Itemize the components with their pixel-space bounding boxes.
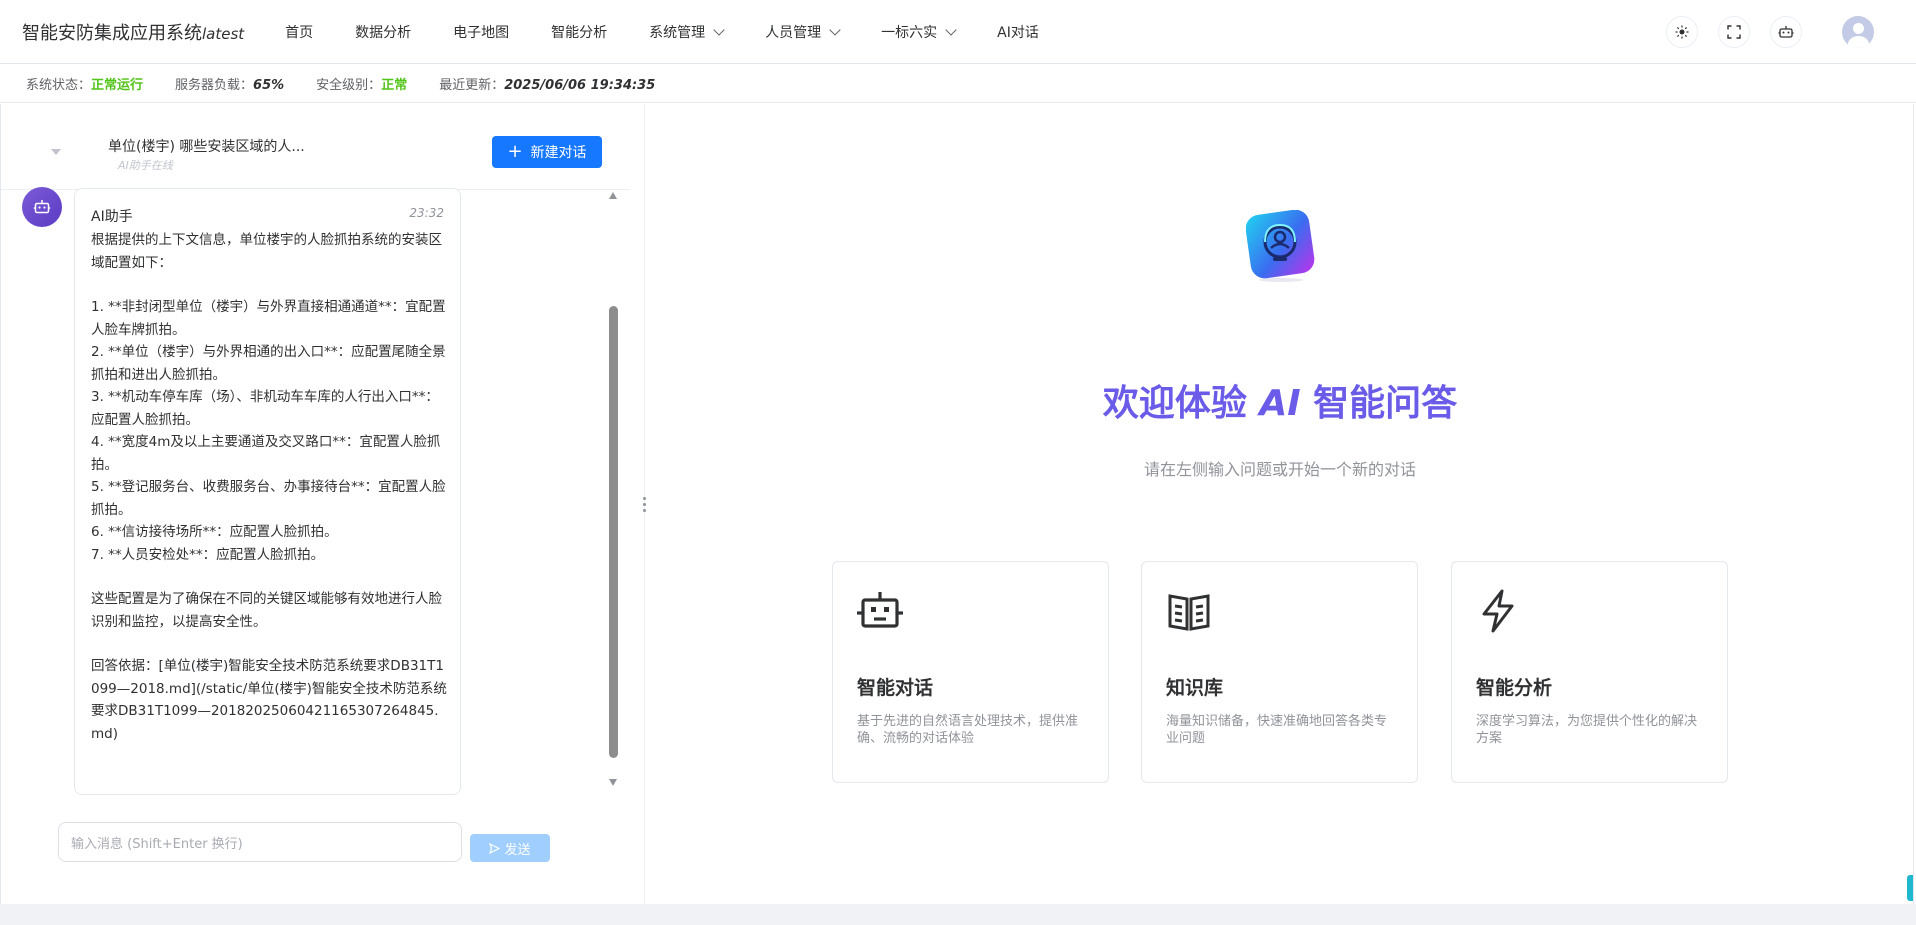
status-load: 服务器负载：65%	[175, 74, 284, 93]
top-navbar: 智能安防集成应用系统latest 首页 数据分析 电子地图 智能分析 系统管理 …	[0, 0, 1916, 64]
feature-card-analysis[interactable]: 智能分析 深度学习算法，为您提供个性化的解决方案	[1451, 561, 1728, 783]
status-updated: 最近更新：2025/06/06 19:34:35	[439, 74, 655, 93]
feature-card-desc: 深度学习算法，为您提供个性化的解决方案	[1476, 714, 1698, 746]
left-border	[0, 104, 1, 904]
status-label: 安全级别：	[316, 78, 382, 93]
assistant-message: AI助手 23:32 根据提供的上下文信息，单位楼宇的人脸抓拍系统的安装区域配置…	[74, 188, 461, 795]
message-source: 回答依据：[单位(楼宇)智能安全技术防范系统要求DB31T1099—2018.m…	[91, 658, 447, 742]
theme-toggle-button[interactable]	[1666, 16, 1698, 48]
footer-strip	[0, 904, 1916, 925]
assistant-button[interactable]	[1770, 16, 1802, 48]
welcome-title-pre: 欢迎体验	[1102, 383, 1260, 424]
chevron-down-icon	[713, 23, 725, 36]
new-chat-label: 新建对话	[530, 145, 587, 161]
nav-item-e-map[interactable]: 电子地图	[432, 0, 530, 64]
caret-down-icon[interactable]	[51, 149, 61, 155]
message-input-placeholder: 输入消息 (Shift+Enter 换行)	[71, 836, 243, 852]
status-value: 正常	[381, 78, 408, 93]
nav-item-smart-analysis[interactable]: 智能分析	[530, 0, 628, 64]
conversation-title[interactable]: 单位(楼宇) 哪些安装区域的人...	[108, 136, 305, 156]
send-label: 发送	[504, 842, 531, 858]
message-paragraph: 这些配置是为了确保在不同的关键区域能够有效地进行人脸识别和监控，以提高安全性。	[91, 591, 442, 630]
welcome-title-ai: AI	[1259, 383, 1301, 424]
robot-icon	[33, 200, 51, 214]
nav-label: 人员管理	[765, 24, 822, 41]
status-value: 正常运行	[91, 78, 144, 93]
robot-icon	[857, 592, 903, 628]
user-avatar[interactable]	[1842, 16, 1874, 48]
app-title[interactable]: 智能安防集成应用系统latest	[22, 19, 244, 45]
nav-label: AI对话	[997, 24, 1039, 41]
book-icon	[1168, 594, 1210, 631]
message-sender: AI助手	[91, 209, 133, 225]
message-scrollbar[interactable]	[609, 192, 618, 792]
app-title-text: 智能安防集成应用系统	[22, 22, 202, 44]
right-border	[1913, 104, 1914, 904]
feature-card-chat[interactable]: 智能对话 基于先进的自然语言处理技术，提供准确、流畅的对话体验	[832, 561, 1109, 783]
feature-card-title: 智能对话	[857, 677, 934, 699]
nav-item-system-management[interactable]: 系统管理	[628, 0, 744, 64]
feature-card-title: 智能分析	[1476, 677, 1553, 699]
feature-card-desc: 基于先进的自然语言处理技术，提供准确、流畅的对话体验	[857, 714, 1079, 746]
fullscreen-button[interactable]	[1718, 16, 1750, 48]
scrollbar-thumb[interactable]	[609, 306, 618, 758]
nav-item-ai-chat[interactable]: AI对话	[976, 0, 1060, 64]
nav-item-home[interactable]: 首页	[264, 0, 334, 64]
send-icon	[489, 842, 501, 854]
chat-panel: 单位(楼宇) 哪些安装区域的人... AI助手在线 + 新建对话 AI助手 23…	[0, 104, 630, 904]
status-system: 系统状态：正常运行	[26, 74, 143, 93]
message-time: 23:32	[409, 206, 444, 220]
lightning-icon	[1482, 589, 1514, 633]
nav-label: 首页	[285, 24, 314, 41]
system-status-bar: 系统状态：正常运行 服务器负载：65% 安全级别：正常 最近更新：2025/06…	[0, 65, 1916, 103]
nav-label: 系统管理	[649, 24, 706, 41]
new-chat-button[interactable]: + 新建对话	[492, 136, 602, 168]
status-value: 65%	[253, 78, 285, 93]
feature-card-desc: 海量知识储备，快速准确地回答各类专业问题	[1166, 714, 1388, 746]
side-tab-handle[interactable]	[1907, 875, 1913, 901]
nav-label: 电子地图	[453, 24, 510, 41]
nav-label: 智能分析	[551, 24, 608, 41]
status-security: 安全级别：正常	[316, 74, 407, 93]
header-actions	[1666, 0, 1874, 64]
app-version: latest	[202, 24, 245, 43]
conversation-header: 单位(楼宇) 哪些安装区域的人... AI助手在线 + 新建对话	[0, 104, 630, 190]
conversation-status: AI助手在线	[118, 159, 173, 172]
status-label: 系统状态：	[26, 78, 92, 93]
plus-icon: +	[507, 141, 523, 162]
status-value: 2025/06/06 19:34:35	[504, 78, 656, 93]
status-label: 服务器负载：	[175, 78, 254, 93]
bot-avatar	[22, 187, 62, 227]
status-label: 最近更新：	[439, 78, 505, 93]
send-button[interactable]: 发送	[470, 834, 550, 862]
ai-assistant-logo	[1218, 183, 1344, 309]
nav-item-data-analysis[interactable]: 数据分析	[334, 0, 432, 64]
headset-bot-icon	[1246, 210, 1315, 282]
scroll-up-arrow-icon[interactable]	[609, 192, 617, 199]
chevron-down-icon	[945, 23, 957, 36]
main-nav: 首页 数据分析 电子地图 智能分析 系统管理 人员管理 一标六实 AI对话	[264, 0, 1060, 64]
resize-handle[interactable]	[643, 497, 647, 515]
chevron-down-icon	[829, 23, 841, 36]
nav-item-yibiao-liushi[interactable]: 一标六实	[860, 0, 976, 64]
message-input[interactable]: 输入消息 (Shift+Enter 换行)	[58, 822, 462, 862]
feature-card-knowledge[interactable]: 知识库 海量知识储备，快速准确地回答各类专业问题	[1141, 561, 1418, 783]
nav-item-personnel-management[interactable]: 人员管理	[744, 0, 860, 64]
scroll-down-arrow-icon[interactable]	[609, 779, 617, 786]
feature-card-title: 知识库	[1166, 677, 1224, 699]
message-list: 1. **非封闭型单位（楼宇）与外界直接相通通道**：宜配置人脸车牌抓拍。 2.…	[91, 299, 446, 563]
welcome-title-post: 智能问答	[1300, 383, 1458, 424]
message-content: 根据提供的上下文信息，单位楼宇的人脸抓拍系统的安装区域配置如下： 1. **非封…	[91, 229, 447, 745]
robot-icon	[1778, 26, 1794, 38]
message-paragraph: 根据提供的上下文信息，单位楼宇的人脸抓拍系统的安装区域配置如下：	[91, 232, 442, 271]
nav-label: 数据分析	[355, 24, 412, 41]
welcome-subtitle: 请在左侧输入问题或开始一个新的对话	[1143, 460, 1416, 479]
sun-icon	[1675, 25, 1689, 39]
welcome-title: 欢迎体验 AI 智能问答	[1000, 374, 1560, 426]
fullscreen-icon	[1727, 25, 1741, 39]
nav-label: 一标六实	[881, 24, 938, 41]
